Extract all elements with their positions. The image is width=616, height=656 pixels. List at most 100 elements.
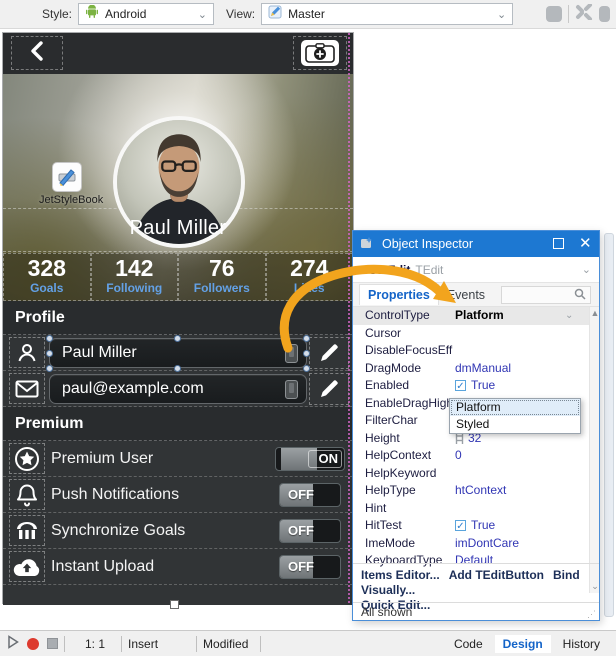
property-row[interactable]: ControlType Platform ⌄ [353, 307, 599, 325]
toggle-label: Push Notifications [51, 477, 179, 513]
chevron-down-icon[interactable]: ⌄ [565, 307, 573, 325]
premium-user-toggle[interactable]: ON [275, 447, 345, 471]
name-input[interactable]: Paul Miller [49, 338, 307, 368]
cloud-upload-icon [9, 551, 45, 582]
synchronize-goals-row: Synchronize Goals OFF [3, 513, 353, 549]
add-teditbutton-link[interactable]: Add TEditButton [449, 568, 544, 582]
resize-grip-icon[interactable]: ⋰ [587, 609, 597, 619]
stats-bar: 328 Goals 142 Following 76 Followers 274… [3, 253, 353, 301]
property-row[interactable]: Cursor [353, 325, 599, 343]
property-row[interactable]: DragMode dmManual [353, 360, 599, 378]
section-header-profile: Profile [3, 301, 353, 335]
property-row[interactable]: HelpContext 0 [353, 447, 599, 465]
back-chevron-icon [30, 41, 44, 66]
run-icon[interactable] [7, 635, 19, 652]
chevron-down-icon: ⌄ [188, 8, 207, 21]
virtual-keyboard-icon [285, 344, 298, 363]
checkbox-checked-icon[interactable]: ✓ [455, 380, 466, 391]
property-grid-scrollbar[interactable]: ▲ ⌄ [589, 307, 599, 593]
tab-properties[interactable]: Properties [359, 284, 439, 305]
push-notifications-toggle[interactable]: OFF [279, 483, 341, 507]
status-bar: 1: 1 Insert Modified Code Design History [0, 630, 616, 656]
master-view-icon [268, 5, 282, 24]
property-row[interactable]: Hint [353, 500, 599, 518]
panel-icon[interactable] [599, 6, 610, 22]
chevron-down-icon: ⌄ [487, 8, 506, 21]
toggle-label: Instant Upload [51, 549, 154, 585]
virtual-keyboard-icon [285, 380, 298, 399]
view-select-value: Master [288, 7, 325, 21]
dropdown-option-platform[interactable]: Platform [450, 399, 580, 416]
property-grid: ControlType Platform ⌄ Cursor DisableFoc… [353, 307, 599, 593]
selection-handle[interactable] [303, 350, 310, 357]
device-icon[interactable] [546, 6, 562, 22]
edit-email-button[interactable] [309, 373, 349, 405]
synchronize-goals-toggle[interactable]: OFF [279, 519, 341, 543]
email-field-row: paul@example.com [3, 371, 353, 407]
premium-user-row: Premium User ON [3, 441, 353, 477]
selection-handle[interactable] [46, 335, 53, 342]
star-icon [9, 443, 45, 474]
caret-position: 1: 1 [85, 637, 105, 651]
selection-handle[interactable] [46, 350, 53, 357]
tab-code[interactable]: Code [446, 635, 491, 653]
tab-events[interactable]: Events [439, 285, 493, 305]
property-row[interactable]: HitTest ✓True [353, 517, 599, 535]
style-toolbar: Style: Android ⌄ View: Master ⌄ [0, 0, 616, 29]
stat-following[interactable]: 142 Following [91, 253, 179, 301]
property-row[interactable]: DisableFocusEff [353, 342, 599, 360]
email-input[interactable]: paul@example.com [49, 374, 307, 404]
property-search-input[interactable] [501, 286, 591, 304]
selection-handle[interactable] [174, 335, 181, 342]
dropdown-option-styled[interactable]: Styled [450, 416, 580, 433]
scroll-up-icon[interactable]: ▲ [590, 308, 599, 318]
selection-handle[interactable] [174, 365, 181, 372]
unbind-icon[interactable] [575, 4, 593, 25]
record-icon[interactable] [27, 638, 39, 650]
statusbar-divider [196, 636, 197, 652]
property-row[interactable]: Enabled ✓True [353, 377, 599, 395]
quick-action-links: Items Editor...Add TEditButtonBind Visua… [353, 563, 599, 602]
docked-panel-edge[interactable] [604, 233, 614, 617]
view-select[interactable]: Master ⌄ [261, 3, 513, 25]
name-field-row: Paul Miller [3, 335, 353, 371]
component-label: JetStyleBook [39, 194, 95, 206]
property-row[interactable]: HelpType htContext [353, 482, 599, 500]
tab-design[interactable]: Design [495, 635, 551, 653]
stylebook-icon [52, 162, 82, 192]
toolbar-divider [568, 5, 569, 23]
stat-likes[interactable]: 274 Likes [266, 253, 354, 301]
editor-view-switch: Code Design History [446, 635, 608, 653]
stat-followers[interactable]: 76 Followers [178, 253, 266, 301]
form-designer-phone[interactable]: JetStyleBook Paul Miller 328 Goals 142 F… [2, 32, 354, 604]
selection-handle[interactable] [303, 365, 310, 372]
instant-upload-toggle[interactable]: OFF [279, 555, 341, 579]
maximize-button[interactable] [553, 238, 564, 249]
size-constraint-icon [455, 433, 464, 444]
property-row[interactable]: HelpKeyword [353, 465, 599, 483]
object-selector[interactable]: UserEdit TEdit ⌄ [353, 257, 599, 283]
back-button[interactable] [11, 36, 63, 70]
property-row[interactable]: ImeMode imDontCare [353, 535, 599, 553]
object-inspector-titlebar[interactable]: Object Inspector ✕ [353, 231, 599, 257]
edit-name-button[interactable] [309, 337, 349, 369]
style-select[interactable]: Android ⌄ [78, 3, 214, 25]
ide-window: Style: Android ⌄ View: Master ⌄ [0, 0, 616, 656]
bell-icon [9, 479, 45, 510]
object-inspector-window: Object Inspector ✕ UserEdit TEdit ⌄ Prop… [352, 230, 600, 621]
stat-goals[interactable]: 328 Goals [3, 253, 91, 301]
statusbar-divider [64, 636, 65, 652]
form-resize-handle[interactable] [170, 600, 179, 609]
jetstylebook-component[interactable]: JetStyleBook [39, 162, 95, 206]
checkbox-checked-icon[interactable]: ✓ [455, 520, 466, 531]
phone-body: Profile Paul Miller [3, 301, 353, 605]
tab-history[interactable]: History [555, 635, 608, 653]
person-icon [9, 337, 45, 368]
close-icon[interactable]: ✕ [579, 235, 592, 253]
stop-icon[interactable] [47, 638, 58, 649]
selection-handle[interactable] [303, 335, 310, 342]
toggle-label: Premium User [51, 441, 153, 477]
selection-handle[interactable] [46, 365, 53, 372]
items-editor-link[interactable]: Items Editor... [361, 568, 440, 582]
change-photo-button[interactable] [293, 36, 347, 70]
